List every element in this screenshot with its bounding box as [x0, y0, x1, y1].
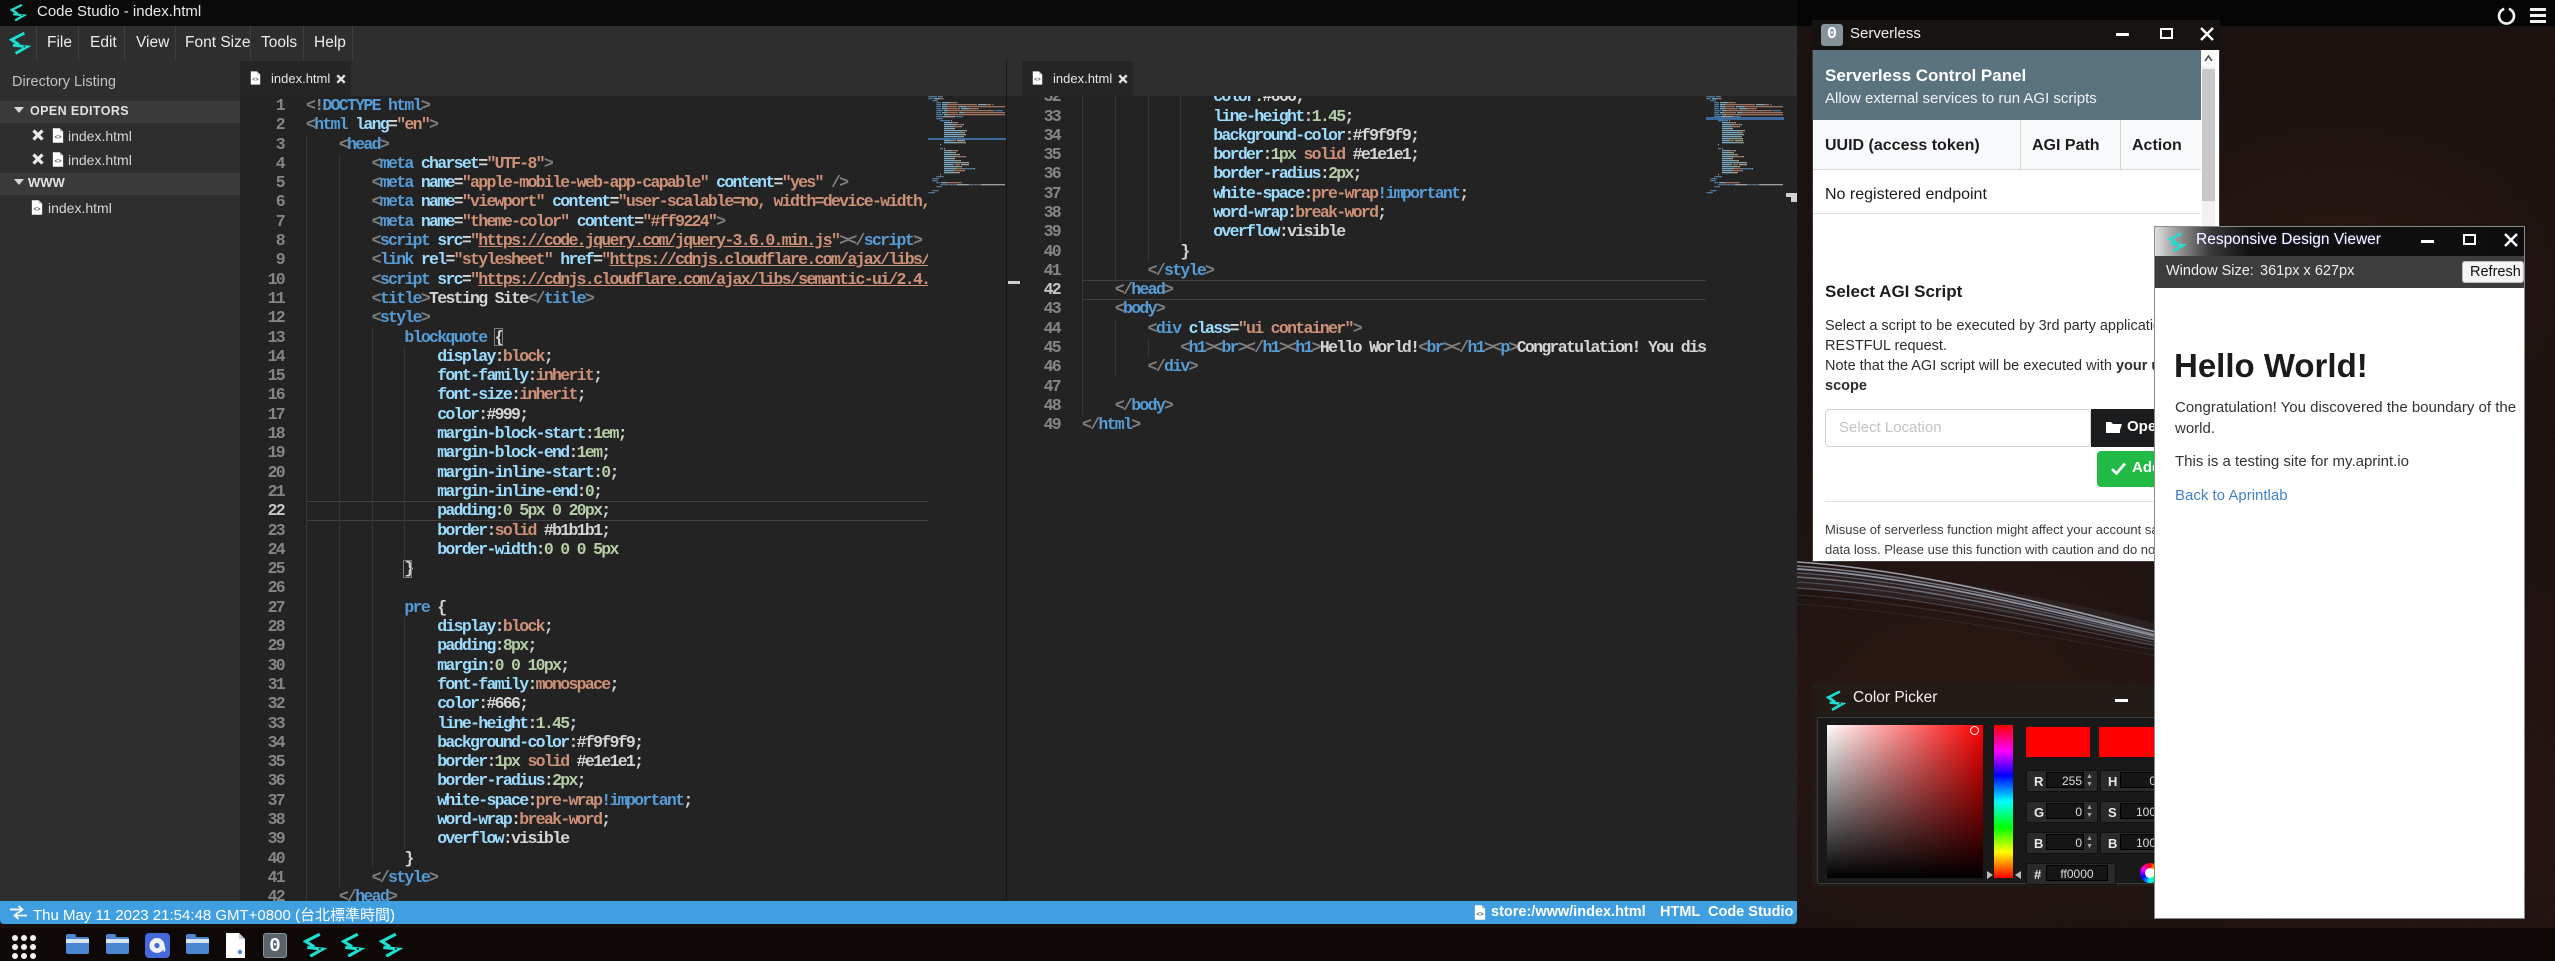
svg-text:<>: <> [54, 135, 62, 141]
svg-text:<>: <> [252, 77, 258, 83]
svg-text:<>: <> [54, 159, 62, 165]
svg-text:<>: <> [1034, 77, 1040, 83]
svg-text:<>: <> [1476, 912, 1484, 918]
svg-text:<>: <> [33, 207, 41, 213]
